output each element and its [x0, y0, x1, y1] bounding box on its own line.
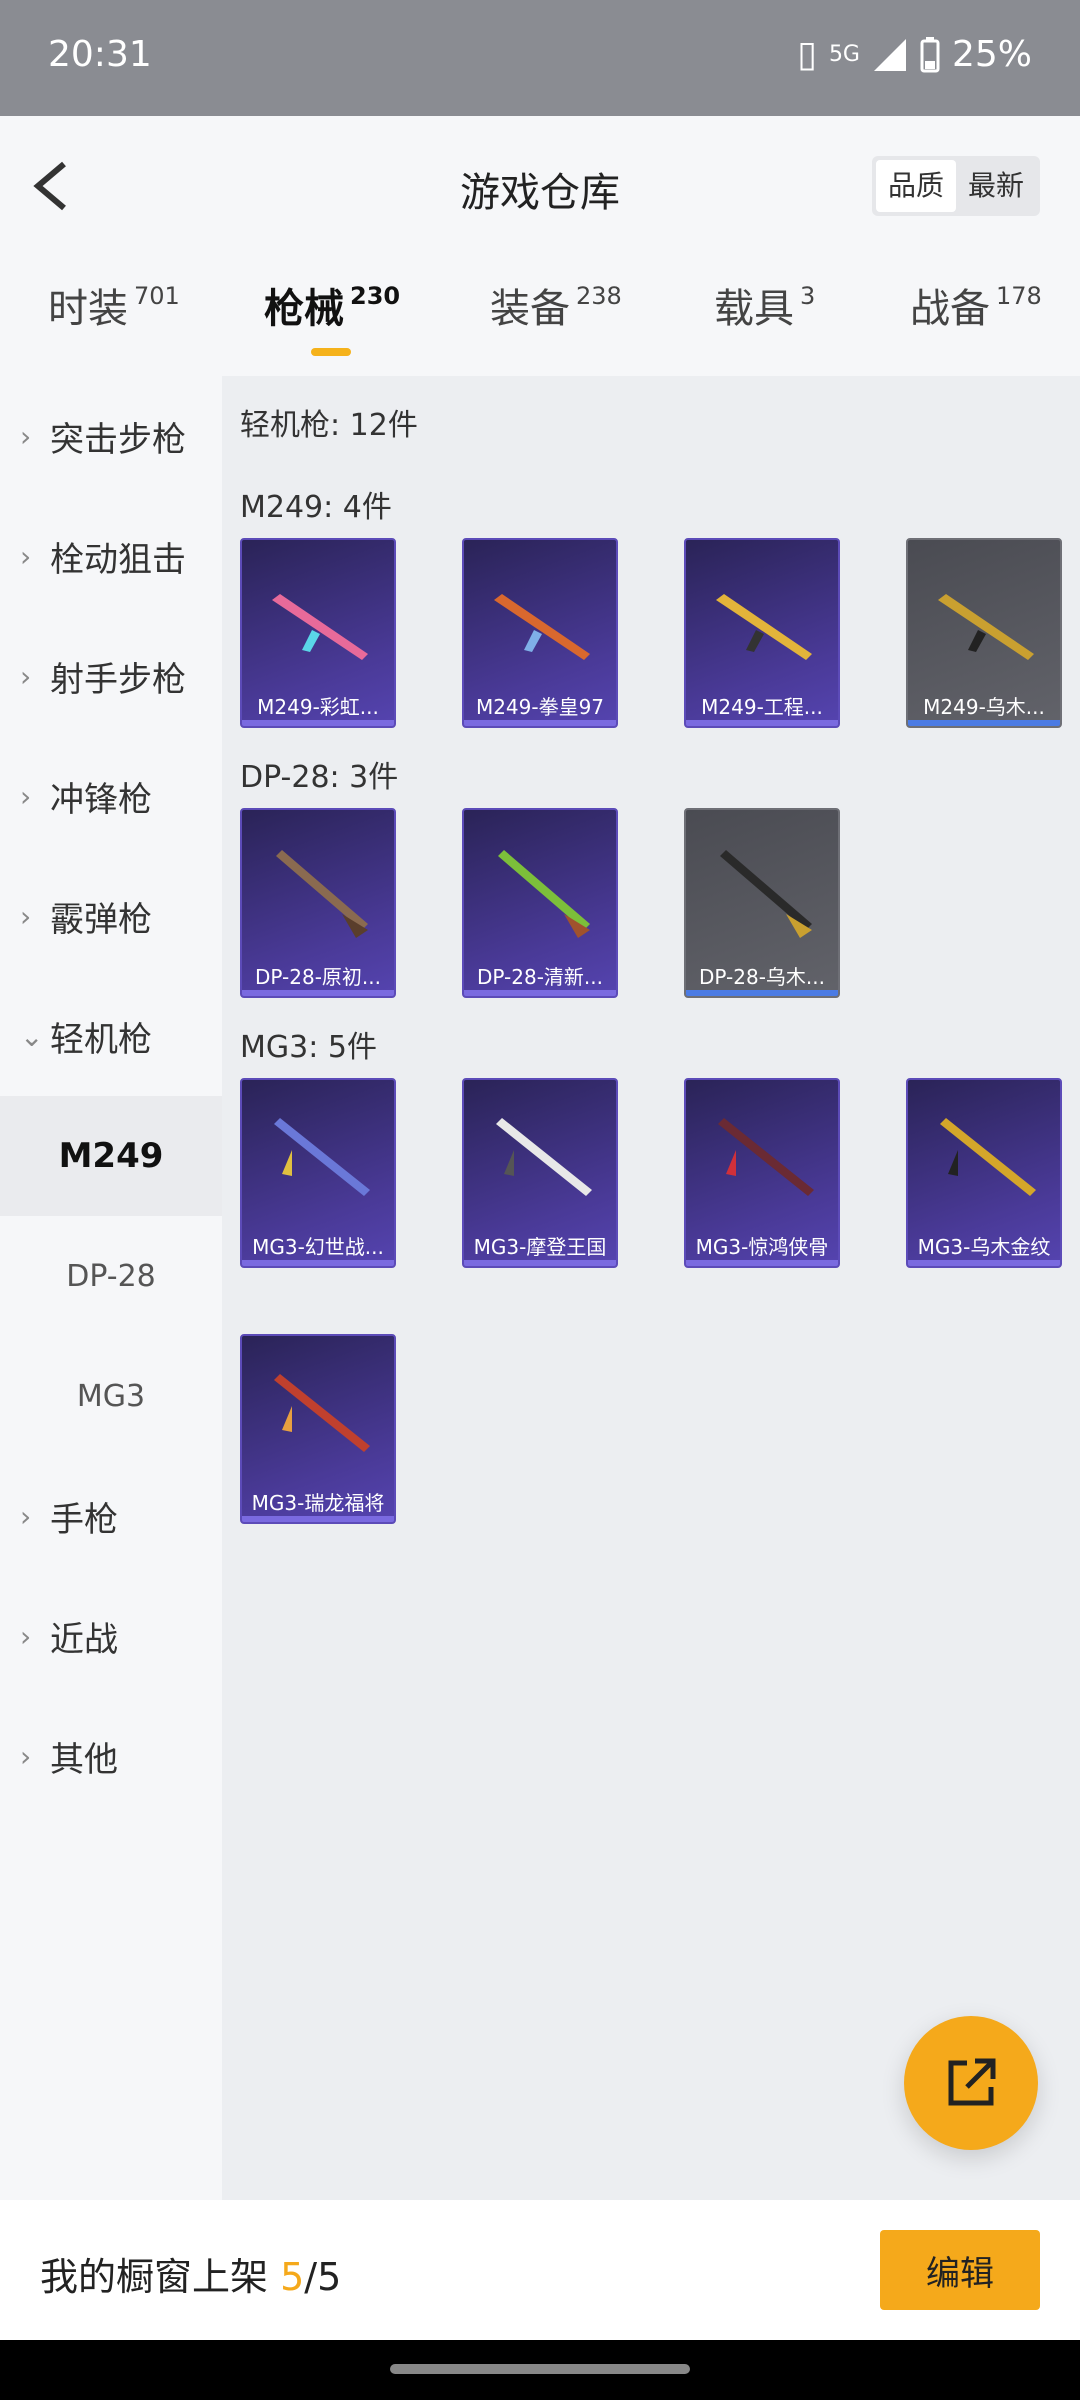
sidebar-item-pistol[interactable]: › 手枪: [0, 1456, 222, 1576]
chevron-right-icon: ›: [20, 779, 32, 813]
sidebar-item-bolt-sniper[interactable]: › 栓动狙击: [0, 496, 222, 616]
card-rarity-bar: [686, 720, 838, 726]
share-button[interactable]: [904, 2016, 1038, 2150]
battery-icon: [920, 36, 940, 72]
sidebar: › 突击步枪 › 栓动狙击 › 射手步枪 › 冲锋枪 › 霰弹枪 ⌄ 轻机枪 M249 DP…: [0, 376, 222, 2200]
item-card[interactable]: MG3-乌木金纹: [906, 1078, 1062, 1268]
gun-icon: [940, 1118, 1036, 1196]
gun-icon: [274, 1374, 370, 1452]
gun-icon: [494, 594, 590, 660]
item-card[interactable]: M249-拳皇97: [462, 538, 618, 728]
chevron-right-icon: ›: [20, 1499, 32, 1533]
category-tabs: 时装 701 枪械 230 装备 238 载具 3 战备 178: [0, 256, 1080, 376]
gun-icon: [498, 850, 590, 938]
item-card[interactable]: MG3-瑞龙福将: [240, 1334, 396, 1524]
group-label-m249: M249: 4件: [240, 490, 392, 525]
vibrate-icon: ▯: [797, 34, 817, 75]
lmg-summary: 轻机枪: 12件: [240, 408, 418, 443]
chevron-right-icon: ›: [20, 1739, 32, 1773]
card-rarity-bar: [908, 720, 1060, 726]
gun-icon: [716, 594, 812, 660]
card-rarity-bar: [908, 1260, 1060, 1266]
gun-icon: [496, 1118, 592, 1196]
gun-icon: [272, 594, 368, 660]
active-tab-indicator: [311, 348, 351, 356]
card-rarity-bar: [686, 990, 838, 996]
group-label-mg3: MG3: 5件: [240, 1030, 377, 1065]
item-grid: 轻机枪: 12件 M249: 4件 M249-彩虹... M249-拳皇97 M…: [222, 376, 1080, 2200]
sort-newest[interactable]: 最新: [956, 160, 1036, 212]
card-rarity-bar: [242, 720, 394, 726]
header: 游戏仓库 品质 最新: [0, 116, 1080, 256]
item-card[interactable]: MG3-幻世战...: [240, 1078, 396, 1268]
chevron-right-icon: ›: [20, 899, 32, 933]
card-rarity-bar: [464, 1260, 616, 1266]
chevron-right-icon: ›: [20, 659, 32, 693]
gun-icon: [718, 1118, 814, 1196]
chevron-down-icon: ⌄: [20, 1019, 44, 1053]
chevron-right-icon: ›: [20, 419, 32, 453]
sidebar-item-dmr[interactable]: › 射手步枪: [0, 616, 222, 736]
item-card[interactable]: DP-28-清新...: [462, 808, 618, 998]
item-card[interactable]: DP-28-原初...: [240, 808, 396, 998]
sidebar-item-lmg[interactable]: ⌄ 轻机枪: [0, 976, 222, 1096]
item-card[interactable]: MG3-惊鸿侠骨: [684, 1078, 840, 1268]
card-rarity-bar: [242, 1516, 394, 1522]
tab-equipment[interactable]: 装备 238: [490, 276, 622, 334]
shelf-status: 我的橱窗上架 5/5: [40, 2255, 342, 2299]
sort-quality[interactable]: 品质: [875, 160, 956, 212]
sidebar-item-melee[interactable]: › 近战: [0, 1576, 222, 1696]
sidebar-item-assault-rifle[interactable]: › 突击步枪: [0, 376, 222, 496]
sidebar-item-smg[interactable]: › 冲锋枪: [0, 736, 222, 856]
tab-fashion[interactable]: 时装 701: [48, 276, 180, 334]
network-label: 5G: [828, 42, 860, 67]
sidebar-item-shotgun[interactable]: › 霰弹枪: [0, 856, 222, 976]
status-bar: 20:31 ▯ 5G 25%: [0, 0, 1080, 116]
gun-icon: [274, 1118, 370, 1196]
bottom-bar: 我的橱窗上架 5/5 编辑: [0, 2200, 1080, 2340]
card-rarity-bar: [464, 990, 616, 996]
item-card[interactable]: MG3-摩登王国: [462, 1078, 618, 1268]
battery-percent: 25%: [951, 34, 1032, 75]
gun-icon: [720, 850, 812, 938]
signal-icon: [873, 38, 906, 71]
chevron-right-icon: ›: [20, 1619, 32, 1653]
share-icon: [948, 2058, 996, 2106]
status-icons: ▯ 5G 25%: [797, 34, 1032, 75]
tab-supplies[interactable]: 战备 178: [910, 276, 1042, 334]
item-card[interactable]: M249-彩虹...: [240, 538, 396, 728]
tab-guns[interactable]: 枪械 230: [264, 276, 400, 334]
system-nav-bar: [0, 2340, 1080, 2400]
item-card[interactable]: M249-乌木...: [906, 538, 1062, 728]
gun-icon: [276, 850, 368, 938]
group-label-dp28: DP-28: 3件: [240, 760, 399, 795]
tab-vehicles[interactable]: 载具 3: [714, 276, 815, 334]
status-time: 20:31: [48, 34, 152, 75]
sidebar-sub-dp28[interactable]: DP-28: [0, 1216, 222, 1336]
gun-icon: [938, 594, 1034, 660]
sort-toggle[interactable]: 品质 最新: [871, 156, 1040, 216]
chevron-right-icon: ›: [20, 539, 32, 573]
sidebar-sub-m249[interactable]: M249: [0, 1096, 222, 1216]
card-rarity-bar: [686, 1260, 838, 1266]
item-card[interactable]: M249-工程...: [684, 538, 840, 728]
sidebar-item-other[interactable]: › 其他: [0, 1696, 222, 1816]
home-gesture-handle[interactable]: [390, 2364, 690, 2374]
card-rarity-bar: [242, 1260, 394, 1266]
edit-button[interactable]: 编辑: [880, 2230, 1040, 2310]
card-rarity-bar: [242, 990, 394, 996]
item-card[interactable]: DP-28-乌木...: [684, 808, 840, 998]
card-rarity-bar: [464, 720, 616, 726]
sidebar-sub-mg3[interactable]: MG3: [0, 1336, 222, 1456]
